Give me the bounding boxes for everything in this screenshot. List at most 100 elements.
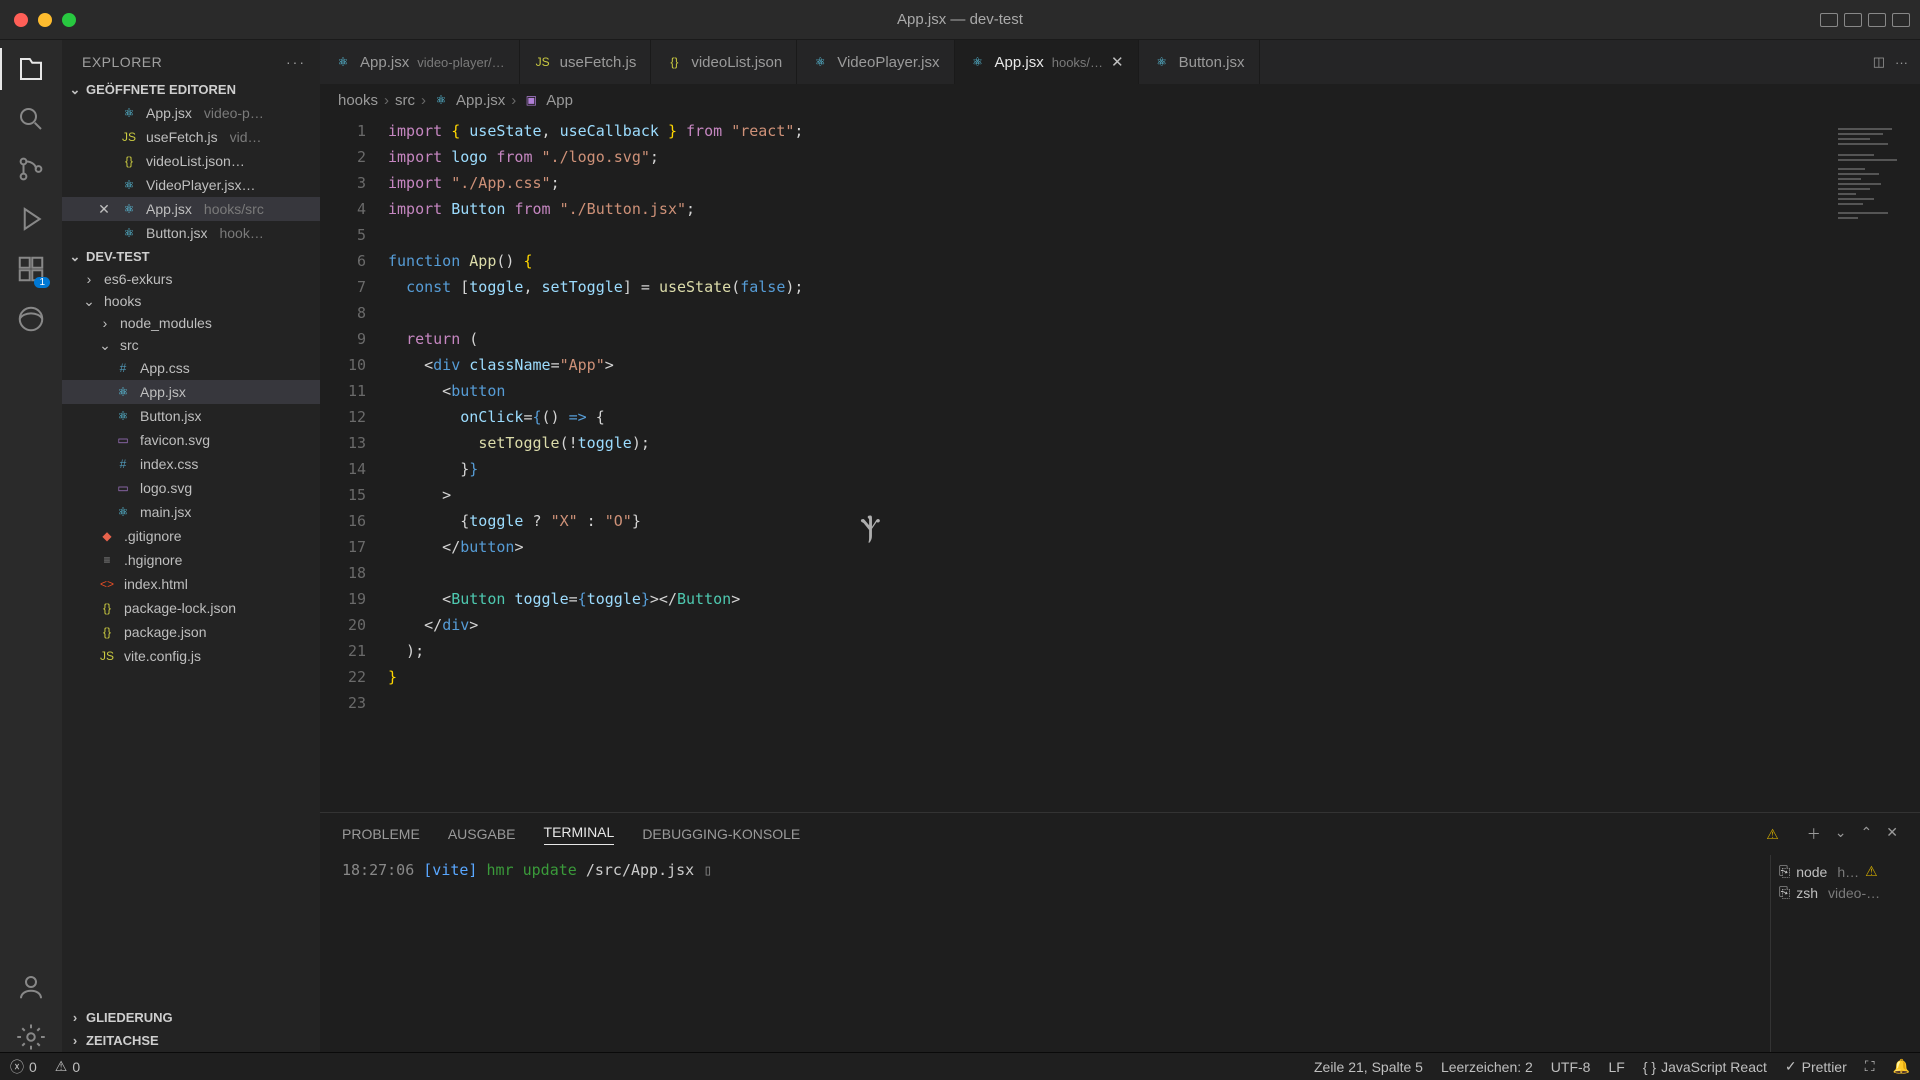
close-editor-icon[interactable]: ✕ (96, 201, 112, 218)
file-item[interactable]: ≡.hgignore (62, 548, 320, 572)
folder-item[interactable]: ⌄hooks (62, 290, 320, 312)
toggle-secondary-icon[interactable] (1868, 13, 1886, 27)
code-editor[interactable]: 1234567891011121314151617181920212223 im… (320, 116, 1920, 812)
terminal-msg: hmr update (487, 861, 577, 879)
toggle-sidebar-icon[interactable] (1820, 13, 1838, 27)
error-icon: ⓧ (10, 1057, 24, 1077)
debug-icon[interactable] (16, 204, 46, 234)
cursor-position[interactable]: Zeile 21, Spalte 5 (1314, 1059, 1423, 1075)
file-item[interactable]: ◆.gitignore (62, 524, 320, 548)
new-terminal-icon[interactable]: ＋ (1807, 824, 1821, 844)
account-icon[interactable] (16, 972, 46, 1002)
code-content[interactable]: import { useState, useCallback } from "r… (380, 116, 1920, 812)
js-file-icon: JS (120, 128, 138, 146)
status-errors[interactable]: ⓧ0 (10, 1057, 37, 1077)
file-item[interactable]: #App.css (62, 356, 320, 380)
file-item[interactable]: JSvite.config.js (62, 644, 320, 668)
folder-item[interactable]: ›node_modules (62, 312, 320, 334)
explorer-icon[interactable] (16, 54, 46, 84)
encoding[interactable]: UTF-8 (1551, 1059, 1591, 1075)
outline-section[interactable]: › GLIEDERUNG (62, 1006, 320, 1029)
open-editor-item[interactable]: ⚛App.jsxvideo-p… (62, 101, 320, 125)
editor-tab[interactable]: {}videoList.json (651, 40, 797, 84)
file-item[interactable]: {}package-lock.json (62, 596, 320, 620)
output-tab[interactable]: AUSGABE (448, 826, 516, 842)
search-icon[interactable] (16, 104, 46, 134)
activity-bar: 1 (0, 40, 62, 1052)
extensions-icon[interactable]: 1 (16, 254, 46, 284)
item-name: package-lock.json (124, 600, 236, 616)
settings-gear-icon[interactable] (16, 1022, 46, 1052)
terminal-path: /src/App.jsx (586, 861, 694, 879)
maximize-panel-icon[interactable]: ⌃ (1861, 824, 1873, 844)
terminal-output[interactable]: 18:27:06 [vite] hmr update /src/App.jsx … (320, 855, 1770, 1052)
react-file-icon: ⚛ (969, 53, 987, 71)
editor-tab[interactable]: ⚛App.jsxvideo-player/… (320, 40, 520, 84)
close-window-icon[interactable] (14, 13, 28, 27)
file-item[interactable]: ⚛Button.jsx (62, 404, 320, 428)
minimap[interactable] (1830, 116, 1920, 812)
file-item[interactable]: #index.css (62, 452, 320, 476)
file-item[interactable]: ⚛main.jsx (62, 500, 320, 524)
editor-tab[interactable]: ⚛Button.jsx (1139, 40, 1260, 84)
close-panel-icon[interactable]: ✕ (1886, 824, 1898, 844)
terminal-tab[interactable]: TERMINAL (544, 824, 615, 845)
open-editor-item[interactable]: JSuseFetch.jsvid… (62, 125, 320, 149)
file-item[interactable]: ▭logo.svg (62, 476, 320, 500)
folder-item[interactable]: ⌄src (62, 334, 320, 356)
more-actions-icon[interactable]: ··· (1895, 55, 1908, 70)
eol[interactable]: LF (1608, 1059, 1624, 1075)
open-editors-section[interactable]: ⌄ GEÖFFNETE EDITOREN (62, 78, 320, 101)
indentation[interactable]: Leerzeichen: 2 (1441, 1059, 1533, 1075)
customize-layout-icon[interactable] (1892, 13, 1910, 27)
problems-tab[interactable]: PROBLEME (342, 826, 420, 842)
editor-tab[interactable]: ⚛VideoPlayer.jsx (797, 40, 954, 84)
notifications-icon[interactable]: 🔔 (1893, 1058, 1910, 1075)
terminal-warning-icon[interactable]: ⚠ (1766, 826, 1779, 843)
feedback-icon[interactable]: ⛶ (1865, 1058, 1875, 1075)
maximize-window-icon[interactable] (62, 13, 76, 27)
open-editor-item[interactable]: ⚛VideoPlayer.jsx… (62, 173, 320, 197)
prettier-status[interactable]: ✓Prettier (1785, 1058, 1847, 1075)
breadcrumb-item[interactable]: hooks (338, 92, 378, 109)
timeline-section[interactable]: › ZEITACHSE (62, 1029, 320, 1052)
status-warnings[interactable]: ⚠0 (55, 1058, 80, 1075)
breadcrumb[interactable]: hooks›src›⚛App.jsx›▣App (320, 84, 1920, 116)
react-file-icon: ⚛ (120, 200, 138, 218)
language-mode[interactable]: { }JavaScript React (1643, 1059, 1767, 1075)
minimize-window-icon[interactable] (38, 13, 52, 27)
editor-tab[interactable]: ⚛App.jsxhooks/…✕ (955, 40, 1139, 84)
terminal-dropdown-icon[interactable]: ⌄ (1835, 824, 1847, 844)
item-name: hooks (104, 293, 141, 309)
item-name: index.html (124, 576, 188, 592)
file-item[interactable]: <>index.html (62, 572, 320, 596)
scm-icon[interactable] (16, 154, 46, 184)
file-item[interactable]: {}package.json (62, 620, 320, 644)
breadcrumb-item[interactable]: src (395, 92, 415, 109)
folder-item[interactable]: ›es6-exkurs (62, 268, 320, 290)
tab-path: hooks/… (1052, 55, 1103, 70)
tab-title: videoList.json (691, 54, 782, 71)
file-name: VideoPlayer.jsx… (146, 177, 255, 193)
close-tab-icon[interactable]: ✕ (1111, 53, 1124, 71)
editor-tab[interactable]: JSuseFetch.js (520, 40, 652, 84)
terminal-process-item[interactable]: ⎘nodeh…⚠ (1779, 861, 1912, 882)
breadcrumb-item[interactable]: App.jsx (456, 92, 505, 109)
debug-console-tab[interactable]: DEBUGGING-KONSOLE (642, 826, 800, 842)
terminal-process-item[interactable]: ⎘zshvideo-… (1779, 882, 1912, 903)
toggle-panel-icon[interactable] (1844, 13, 1862, 27)
file-item[interactable]: ▭favicon.svg (62, 428, 320, 452)
json-file-icon: {} (120, 152, 138, 170)
project-section[interactable]: ⌄ DEV-TEST (62, 245, 320, 268)
timeline-label: ZEITACHSE (86, 1033, 159, 1048)
item-name: es6-exkurs (104, 271, 172, 287)
open-editor-item[interactable]: ✕⚛App.jsxhooks/src (62, 197, 320, 221)
file-item[interactable]: ⚛App.jsx (62, 380, 320, 404)
open-editor-item[interactable]: ⚛Button.jsxhook… (62, 221, 320, 245)
split-editor-icon[interactable]: ◫ (1873, 54, 1885, 70)
edge-tools-icon[interactable] (16, 304, 46, 334)
sidebar: EXPLORER ··· ⌄ GEÖFFNETE EDITOREN ⚛App.j… (62, 40, 320, 1052)
explorer-more-icon[interactable]: ··· (286, 54, 306, 70)
breadcrumb-item[interactable]: App (546, 92, 573, 109)
open-editor-item[interactable]: {}videoList.json… (62, 149, 320, 173)
